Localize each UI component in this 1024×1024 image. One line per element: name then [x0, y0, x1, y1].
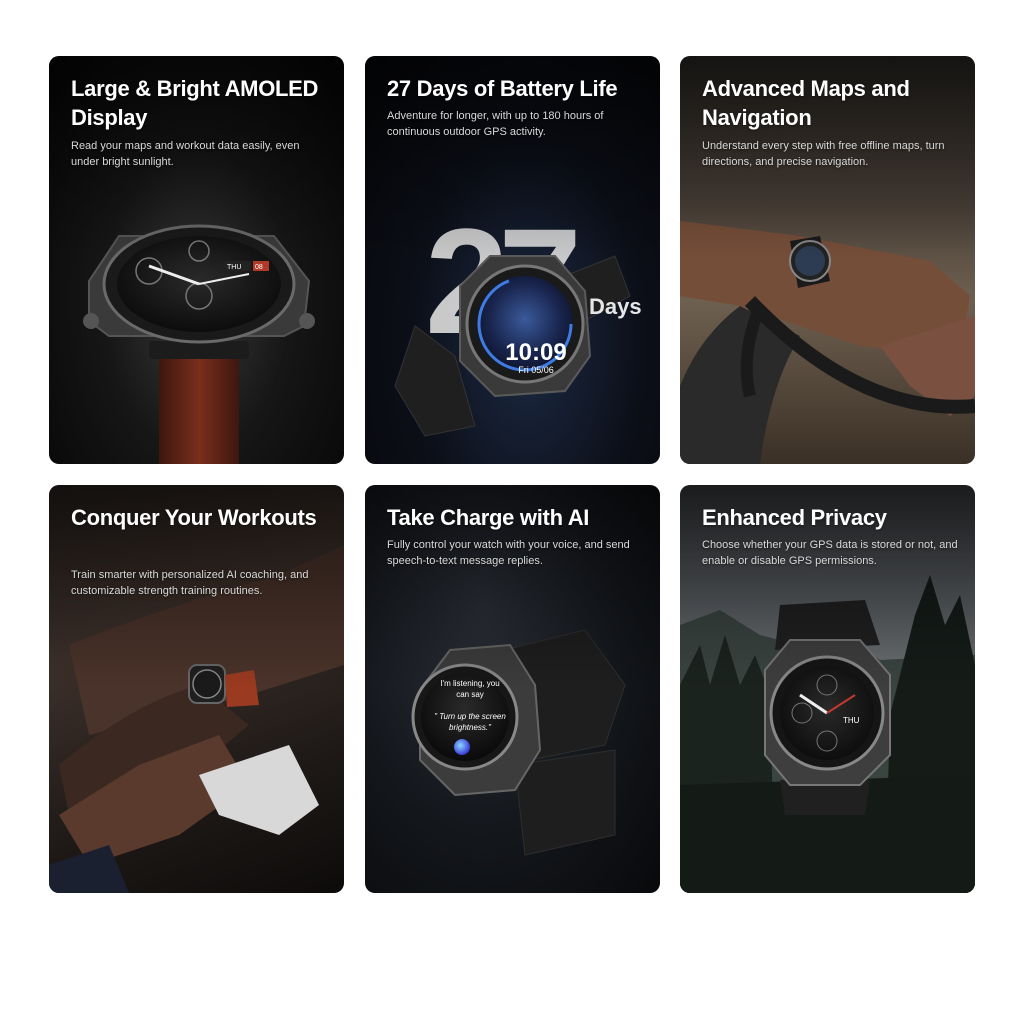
- card-description: Read your maps and workout data easily, …: [71, 140, 300, 168]
- card-title: 27 Days of Battery Life: [387, 76, 618, 101]
- feature-card-battery-life: 27 10:09 Fri 05/06 Days 27 Days of Batte…: [365, 56, 660, 464]
- card-title: Conquer Your Workouts: [71, 505, 317, 530]
- card-title: Large & Bright AMOLED Display: [71, 76, 319, 130]
- days-label: Days: [589, 294, 642, 319]
- feature-card-workouts: Conquer Your Workouts Train smarter with…: [49, 485, 344, 893]
- watch-prompt-text: I'm listening, you can say: [440, 679, 500, 699]
- card-title: Advanced Maps and Navigation: [702, 76, 910, 130]
- watch-time-text: 10:09: [505, 339, 567, 366]
- card-description: Choose whether your GPS data is stored o…: [702, 539, 958, 567]
- feature-card-ai: I'm listening, you can say " Turn up the…: [365, 485, 660, 893]
- card-description: Fully control your watch with your voice…: [387, 539, 630, 567]
- card-description: Adventure for longer, with up to 180 hou…: [387, 110, 604, 138]
- feature-card-privacy: THU Enhanced Privacy Choose whether your…: [680, 485, 975, 893]
- watch-day-text: THU: [843, 716, 860, 725]
- card-title: Enhanced Privacy: [702, 505, 887, 530]
- watch-date-text: 08: [255, 264, 263, 271]
- card-description: Train smarter with personalized AI coach…: [71, 569, 309, 597]
- feature-card-amoled-display: THU 08 Large & Bright AMOLED Display Rea…: [49, 56, 344, 464]
- card-title: Take Charge with AI: [387, 505, 590, 530]
- watch-date-text: Fri 05/06: [518, 365, 554, 375]
- feature-card-maps-navigation: Advanced Maps and Navigation Understand …: [680, 56, 975, 464]
- watch-day-text: THU: [227, 264, 241, 271]
- watch-example-text: " Turn up the screen brightness.": [434, 712, 506, 732]
- card-description: Understand every step with free offline …: [702, 140, 945, 168]
